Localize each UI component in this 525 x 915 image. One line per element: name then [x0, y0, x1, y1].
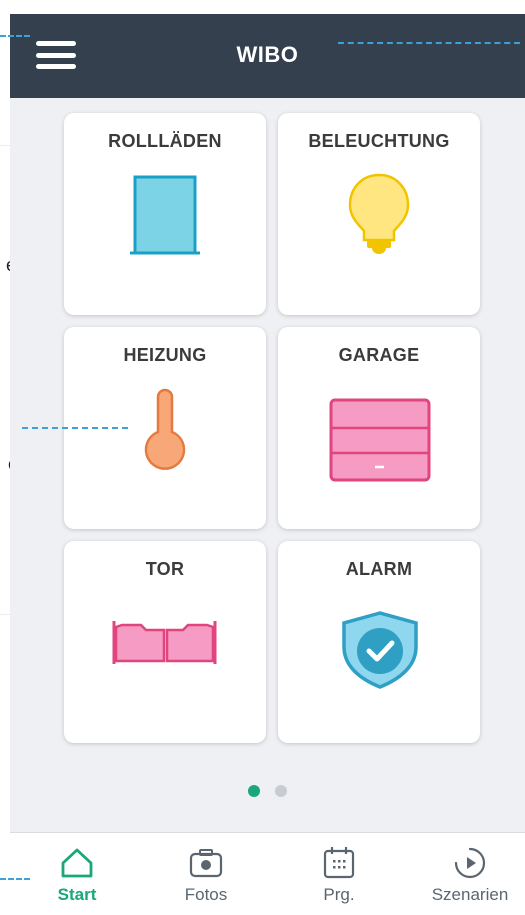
light-bulb-icon [348, 173, 410, 254]
calendar-icon [323, 847, 355, 879]
tile-beleuchtung[interactable]: BELEUCHTUNG [278, 113, 480, 315]
shield-check-icon [342, 611, 418, 689]
gate-icon [112, 621, 217, 664]
nav-label: Fotos [184, 885, 228, 904]
play-circle-icon [454, 847, 486, 879]
callout-line [0, 35, 30, 37]
nav-fotos[interactable]: Fotos [151, 833, 261, 915]
garage-door-icon [329, 398, 431, 482]
callout-line [22, 427, 128, 429]
callout-line [0, 878, 30, 880]
nav-szenarien[interactable]: Szenarien [415, 833, 525, 915]
nav-prg[interactable]: Prg. [284, 833, 394, 915]
callout-line [338, 42, 520, 44]
home-icon [61, 848, 93, 878]
nav-label: Start [57, 885, 97, 904]
page-dot-active[interactable] [248, 785, 261, 797]
page-dot[interactable] [274, 785, 287, 797]
app-screen: WIBO ROLLLÄDEN BELEUCHTUNG HEIZUNG GARAG… [10, 14, 525, 915]
nav-label: Prg. [323, 885, 355, 904]
page-indicator [10, 784, 525, 802]
roller-shutter-icon [130, 175, 200, 255]
nav-label: Szenarien [431, 885, 509, 904]
camera-icon [189, 849, 223, 878]
tile-garage[interactable]: GARAGE [278, 327, 480, 529]
app-title: WIBO [236, 42, 299, 67]
tile-tor[interactable]: TOR [64, 541, 266, 743]
tile-rolllaeden[interactable]: ROLLLÄDEN [64, 113, 266, 315]
tile-alarm[interactable]: ALARM [278, 541, 480, 743]
bottom-navigation: Start Fotos Prg. Szenarien [10, 832, 525, 915]
nav-start[interactable]: Start [22, 833, 132, 915]
top-bar: WIBO [10, 14, 525, 98]
